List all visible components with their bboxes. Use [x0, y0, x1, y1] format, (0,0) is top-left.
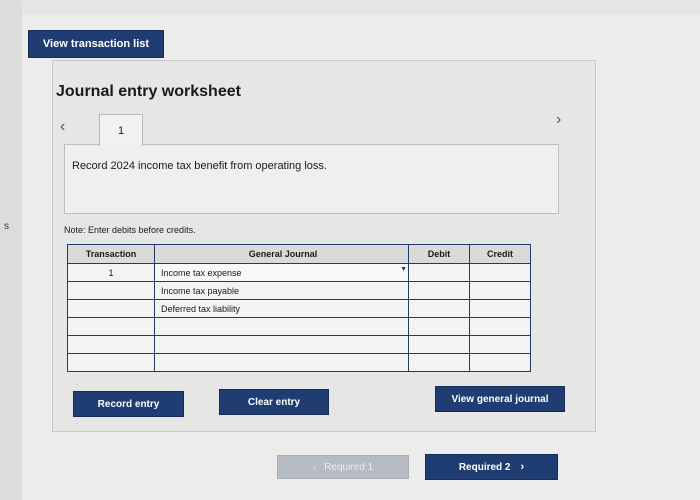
account-select[interactable]: Deferred tax liability — [154, 299, 409, 318]
transaction-cell — [67, 281, 155, 300]
account-value — [158, 322, 161, 332]
account-value: Income tax payable — [161, 285, 240, 296]
view-transaction-list-button[interactable]: View transaction list — [28, 30, 164, 58]
required-1-label: Required 1 — [324, 461, 374, 473]
credit-input[interactable] — [469, 353, 531, 372]
table-row — [67, 317, 531, 336]
account-value: Deferred tax liability — [161, 303, 241, 314]
account-select[interactable] — [154, 335, 409, 354]
header-credit: Credit — [469, 244, 531, 264]
debit-input[interactable] — [408, 353, 470, 372]
clear-entry-button[interactable]: Clear entry — [219, 389, 329, 415]
table-row: Income tax payable — [67, 281, 531, 300]
transaction-cell: 1 — [67, 263, 155, 282]
debit-input[interactable] — [408, 263, 470, 282]
table-row: 1 Income tax expense ▼ — [67, 263, 531, 282]
table-row: Deferred tax liability — [67, 299, 531, 318]
transaction-cell — [67, 353, 155, 372]
credit-input[interactable] — [469, 335, 531, 354]
table-row — [67, 335, 531, 354]
chevron-right-icon: › — [520, 461, 525, 473]
view-general-journal-button[interactable]: View general journal — [435, 386, 565, 412]
left-edge-strip — [0, 0, 22, 500]
description-box — [64, 144, 559, 214]
transaction-cell — [67, 335, 155, 354]
account-value — [158, 358, 161, 368]
credit-input[interactable] — [469, 299, 531, 318]
note-text: Note: Enter debits before credits. — [64, 225, 196, 235]
credit-input[interactable] — [469, 317, 531, 336]
debit-input[interactable] — [408, 335, 470, 354]
account-value — [158, 340, 161, 350]
table-row — [67, 353, 531, 372]
header-debit: Debit — [408, 244, 470, 264]
debit-input[interactable] — [408, 299, 470, 318]
caret-down-icon[interactable]: ▼ — [400, 266, 407, 273]
required-2-label: Required 2 — [458, 461, 511, 473]
transaction-cell — [67, 299, 155, 318]
credit-input[interactable] — [469, 263, 531, 282]
account-select[interactable] — [154, 317, 409, 336]
header-transaction: Transaction — [67, 244, 155, 264]
top-bar — [22, 0, 700, 14]
account-select[interactable]: Income tax expense ▼ — [154, 263, 409, 282]
chevron-left-icon: ‹ — [312, 461, 317, 473]
credit-input[interactable] — [469, 281, 531, 300]
debit-input[interactable] — [408, 317, 470, 336]
account-select[interactable]: Income tax payable — [154, 281, 409, 300]
chevron-right-icon[interactable]: › — [556, 111, 561, 129]
account-select[interactable] — [154, 353, 409, 372]
journal-entry-table: Transaction General Journal Debit Credit… — [67, 244, 531, 372]
tab-transaction-1[interactable]: 1 — [99, 114, 143, 146]
required-1-button[interactable]: ‹ Required 1 — [277, 455, 409, 479]
account-value: Income tax expense — [161, 267, 242, 278]
transaction-cell — [67, 317, 155, 336]
header-general-journal: General Journal — [154, 244, 409, 264]
record-entry-button[interactable]: Record entry — [73, 391, 184, 417]
debit-input[interactable] — [408, 281, 470, 300]
worksheet-title: Journal entry worksheet — [56, 83, 241, 100]
left-edge-text: s — [4, 221, 9, 232]
entry-description: Record 2024 income tax benefit from oper… — [72, 160, 327, 172]
required-2-button[interactable]: Required 2 › — [425, 454, 558, 480]
chevron-left-icon[interactable]: ‹ — [60, 118, 65, 136]
